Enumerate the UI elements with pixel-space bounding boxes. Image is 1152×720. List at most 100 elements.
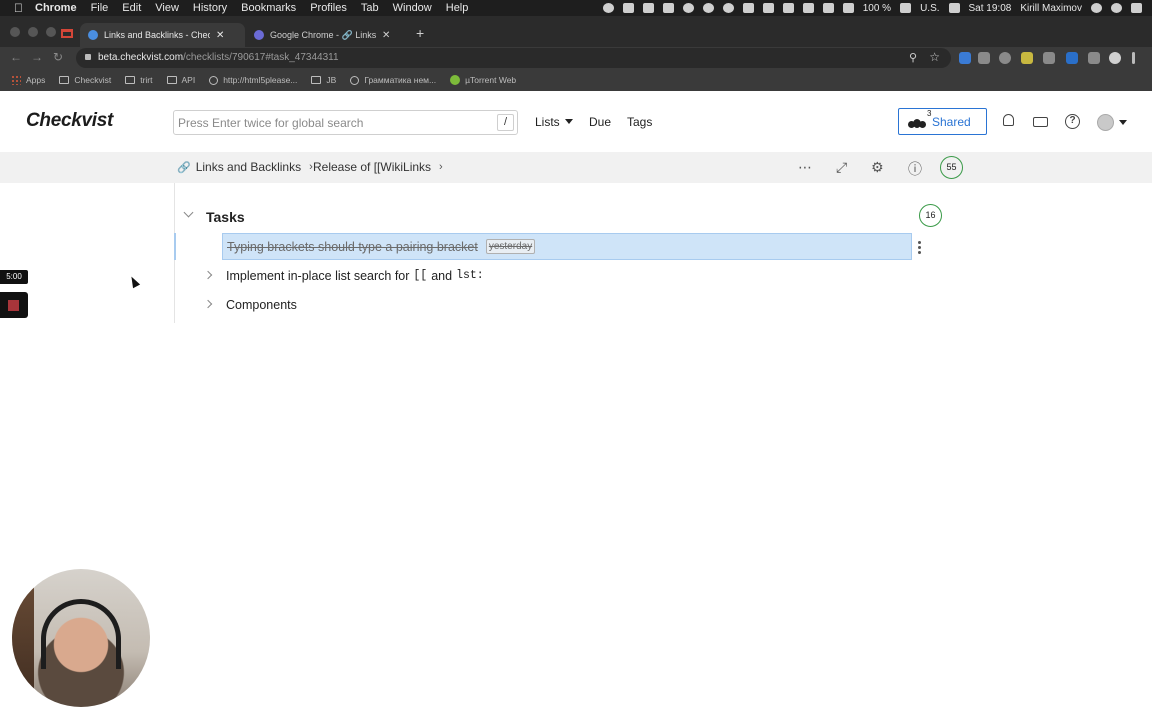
task-row[interactable]: Components (222, 291, 912, 318)
section-title[interactable]: Tasks (206, 209, 245, 225)
wifi-icon[interactable] (900, 3, 912, 13)
menu-clock[interactable]: Sat 19:08 (969, 3, 1012, 14)
url-text[interactable]: beta.checkvist.com/checklists/790617#tas… (98, 52, 339, 63)
volume-icon[interactable] (948, 3, 960, 13)
collapse-caret-icon[interactable] (183, 207, 194, 218)
menu-help[interactable]: Help (446, 2, 469, 14)
bookmark-link[interactable]: http://html5please... (209, 75, 297, 85)
chrome-menu-icon[interactable] (1132, 52, 1135, 64)
battery-icon[interactable] (842, 3, 854, 13)
new-tab-button[interactable]: + (416, 25, 424, 41)
reload-icon[interactable]: ↻ (53, 50, 63, 64)
avatar[interactable] (1097, 114, 1114, 131)
breadcrumb-item-list[interactable]: 🔗 Links and Backlinks › (177, 160, 313, 174)
bookmark-folder[interactable]: JB (311, 75, 336, 85)
menu-app-name[interactable]: Chrome (35, 2, 77, 14)
apple-menu-icon[interactable]:  (14, 1, 23, 15)
extension-icon[interactable] (999, 52, 1011, 64)
phone-icon[interactable] (802, 3, 814, 13)
time-machine-icon[interactable] (702, 3, 714, 13)
tab-active[interactable]: Links and Backlinks - Checkvist ✕ (80, 23, 245, 47)
profile-avatar-icon[interactable] (1109, 52, 1121, 64)
address-bar[interactable]: beta.checkvist.com/checklists/790617#tas… (76, 48, 951, 68)
expand-caret-icon[interactable] (203, 270, 213, 280)
search-input[interactable] (174, 111, 484, 134)
extension-icon[interactable] (959, 52, 971, 64)
close-window-button[interactable] (10, 27, 20, 37)
section-count-badge[interactable]: 16 (919, 204, 942, 227)
settings-gear-icon[interactable]: ⚙ (871, 159, 884, 176)
menu-user-name[interactable]: Kirill Maximov (1020, 3, 1082, 14)
menu-profiles[interactable]: Profiles (310, 2, 347, 14)
lock-icon[interactable] (85, 54, 91, 60)
info-icon[interactable]: ⓘ (908, 159, 922, 179)
breadcrumb-item-parent[interactable]: Release of [[WikiLinks › (313, 160, 443, 174)
collapse-icon[interactable]: ⤢ (836, 159, 847, 176)
tab-close-icon[interactable]: ✕ (216, 30, 224, 41)
gear-status-icon[interactable] (622, 3, 634, 13)
back-arrow-icon[interactable]: ← (10, 50, 22, 64)
nav-due[interactable]: Due (589, 115, 611, 129)
help-icon[interactable]: ? (1065, 114, 1080, 129)
menu-file[interactable]: File (91, 2, 109, 14)
menu-history[interactable]: History (193, 2, 227, 14)
progress-badge[interactable]: 55 (940, 156, 963, 179)
code-icon[interactable] (782, 3, 794, 13)
extension-icon[interactable] (1043, 52, 1055, 64)
browser-tab-strip: Links and Backlinks - Checkvist ✕ Google… (0, 16, 1152, 47)
extension-icon[interactable] (1066, 52, 1078, 64)
menu-window[interactable]: Window (393, 2, 432, 14)
task-text[interactable]: Components (226, 298, 297, 312)
nav-tags[interactable]: Tags (627, 115, 652, 129)
task-row-selected[interactable]: Typing brackets should type a pairing br… (222, 233, 912, 260)
nav-lists[interactable]: Lists (535, 115, 573, 129)
chevron-down-icon[interactable] (1119, 120, 1127, 125)
bookmark-star-icon[interactable]: ☆ (929, 50, 940, 64)
text-status-icon[interactable] (762, 3, 774, 13)
minimize-window-button[interactable] (28, 27, 38, 37)
menu-view[interactable]: View (155, 2, 179, 14)
pinned-tab-gmail[interactable] (58, 24, 76, 42)
siri-icon[interactable] (1111, 3, 1122, 13)
bell-icon[interactable] (1003, 114, 1014, 126)
forward-arrow-icon[interactable]: → (31, 50, 43, 64)
task-text[interactable]: Typing brackets should type a pairing br… (227, 240, 478, 254)
dropbox-icon[interactable] (642, 3, 654, 13)
zoom-icon[interactable]: ⚲ (909, 51, 917, 64)
bookmark-folder[interactable]: Checkvist (59, 75, 111, 85)
spotlight-icon[interactable] (1091, 3, 1102, 13)
puzzle-extensions-icon[interactable] (1088, 52, 1100, 64)
check-status-icon[interactable] (722, 3, 734, 13)
expand-caret-icon[interactable] (203, 299, 213, 309)
checkvist-logo[interactable]: Checkvist (26, 110, 113, 132)
bookmark-apps[interactable]: Apps (11, 75, 45, 85)
bluetooth-icon[interactable] (822, 3, 834, 13)
extension-icon[interactable] (1021, 52, 1033, 64)
due-date-badge[interactable]: yesterday (485, 239, 536, 254)
status-dot-icon[interactable] (602, 3, 614, 13)
bookmark-folder[interactable]: trirt (125, 75, 153, 85)
task-row[interactable]: Implement in-place list search for [[ an… (222, 262, 912, 289)
input-locale[interactable]: U.S. (920, 3, 939, 14)
app-status-icon[interactable] (662, 3, 674, 13)
menu-edit[interactable]: Edit (122, 2, 141, 14)
bookmark-folder[interactable]: API (166, 75, 195, 85)
shared-label: Shared (932, 114, 971, 129)
tab-inactive[interactable]: Google Chrome - 🔗 Links and Backlinks ✕ (246, 23, 411, 47)
more-options-icon[interactable]: ⋯ (798, 159, 812, 176)
keyboard-icon[interactable] (1033, 117, 1048, 127)
control-center-icon[interactable] (1131, 3, 1142, 13)
menu-bookmarks[interactable]: Bookmarks (241, 2, 296, 14)
menu-tab[interactable]: Tab (361, 2, 379, 14)
stop-recording-button[interactable] (0, 292, 28, 318)
navigation-icon[interactable] (682, 3, 694, 13)
bookmark-link[interactable]: µTorrent Web (450, 75, 516, 85)
task-menu-icon[interactable] (918, 241, 921, 254)
task-text[interactable]: Implement in-place list search for (226, 269, 409, 283)
wrench-icon[interactable] (742, 3, 754, 13)
zoom-window-button[interactable] (46, 27, 56, 37)
tab-close-icon[interactable]: ✕ (382, 30, 390, 41)
pocket-extension-icon[interactable] (978, 52, 990, 64)
shared-button[interactable]: 3 Shared (898, 108, 987, 135)
bookmark-link[interactable]: Грамматика нем... (350, 75, 436, 85)
